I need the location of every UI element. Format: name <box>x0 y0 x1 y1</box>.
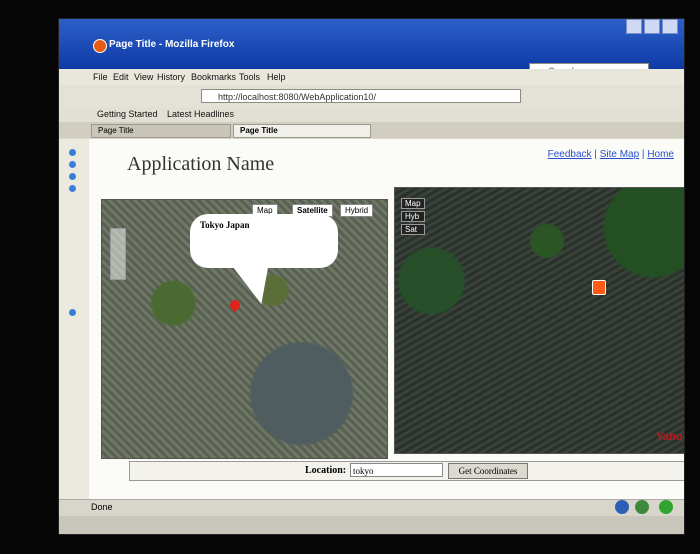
menu-view[interactable]: View <box>134 72 153 82</box>
menu-tools[interactable]: Tools <box>239 72 260 82</box>
feedback-link[interactable]: Feedback <box>548 149 592 160</box>
minimize-button[interactable] <box>626 19 642 34</box>
address-bar[interactable]: http://localhost:8080/WebApplication10/ <box>201 89 521 103</box>
title-bar: Page Title - Mozilla Firefox Google <box>59 19 684 77</box>
menu-edit[interactable]: Edit <box>113 72 129 82</box>
google-map[interactable]: Map Satellite Hybrid Tokyo Japan <box>101 199 388 459</box>
map-type-hybrid[interactable]: Hybrid <box>340 204 374 217</box>
map-type-map[interactable]: Map <box>401 198 425 209</box>
side-panel <box>59 139 90 499</box>
page-content: Application Name Feedback | Site Map | H… <box>89 139 684 499</box>
close-button[interactable] <box>662 19 678 34</box>
home-link[interactable]: Home <box>647 149 674 160</box>
tree-node-icon[interactable] <box>69 309 76 316</box>
location-marker-icon[interactable] <box>227 297 243 313</box>
menu-history[interactable]: History <box>157 72 185 82</box>
menu-help[interactable]: Help <box>267 72 286 82</box>
yahoo-map[interactable]: Map Hyb Sat Yahoo! <box>394 187 684 454</box>
page-title: Application Name <box>127 153 275 175</box>
firefox-icon <box>93 39 107 53</box>
yahoo-logo: Yahoo! <box>656 431 684 443</box>
zoom-control[interactable] <box>110 228 126 280</box>
check-icon <box>659 500 673 514</box>
location-form: Location: tokyo Get Coordinates <box>129 461 684 481</box>
get-coordinates-button[interactable]: Get Coordinates <box>448 463 528 479</box>
maximize-button[interactable] <box>644 19 660 34</box>
info-bubble-tail <box>230 264 288 304</box>
status-indicator-icon <box>615 500 629 514</box>
site-map-link[interactable]: Site Map <box>600 149 639 160</box>
browser-window: Page Title - Mozilla Firefox Google File… <box>58 18 685 535</box>
bookmarks-bar: Getting Started Latest Headlines <box>59 107 684 122</box>
status-indicator-icon <box>635 500 649 514</box>
location-input[interactable]: tokyo <box>350 463 443 477</box>
window-title: Page Title - Mozilla Firefox <box>109 39 235 50</box>
location-marker-icon[interactable] <box>592 280 606 295</box>
header-links: Feedback | Site Map | Home <box>547 149 674 160</box>
tree-node-icon[interactable] <box>69 173 76 180</box>
bookmark-getting-started[interactable]: Getting Started <box>97 109 158 119</box>
taskbar <box>59 516 684 534</box>
tree-node-icon[interactable] <box>69 149 76 156</box>
map-type-controls: Map Hyb Sat <box>401 198 425 235</box>
menu-file[interactable]: File <box>93 72 108 82</box>
map-type-satellite[interactable]: Sat <box>401 224 425 235</box>
tree-node-icon[interactable] <box>69 185 76 192</box>
info-bubble: Tokyo Japan <box>190 214 338 268</box>
bookmark-latest-headlines[interactable]: Latest Headlines <box>167 109 234 119</box>
tab-page-title-2[interactable]: Page Title <box>233 124 371 138</box>
menu-bar: File Edit View History Bookmarks Tools H… <box>59 69 684 85</box>
window-controls <box>626 19 678 34</box>
menu-bookmarks[interactable]: Bookmarks <box>191 72 236 82</box>
tree-node-icon[interactable] <box>69 161 76 168</box>
status-bar: Done <box>59 499 684 516</box>
tab-strip: Page Title Page Title <box>59 122 684 138</box>
map-type-hybrid[interactable]: Hyb <box>401 211 425 222</box>
status-text: Done <box>91 502 113 512</box>
location-label: Location: <box>305 465 347 476</box>
tab-page-title-1[interactable]: Page Title <box>91 124 231 138</box>
